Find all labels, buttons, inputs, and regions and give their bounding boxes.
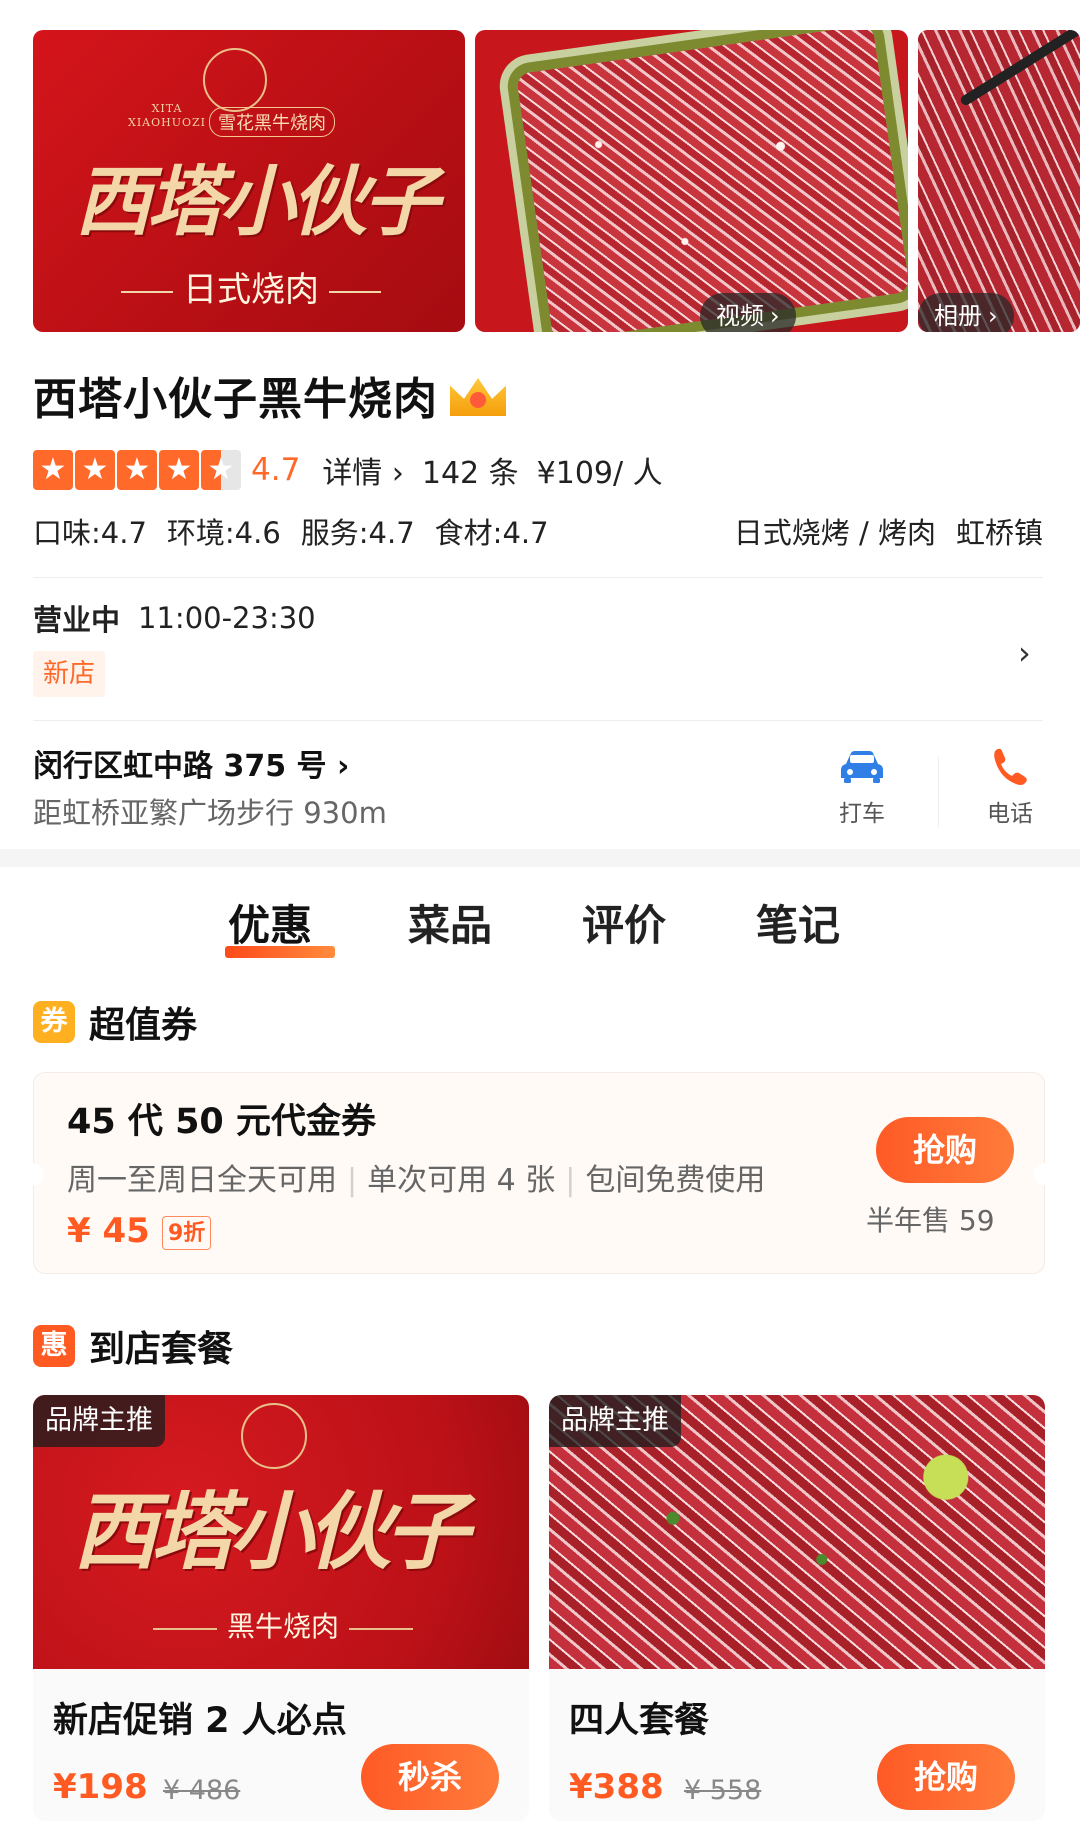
voucher-buy-button[interactable]: 抢购 [876,1117,1014,1183]
shop-name: 西塔小伙子黑牛烧肉 [33,374,438,425]
logo-tagline: 日式烧肉 [101,262,401,311]
logo-subtitle: 雪花黑牛烧肉 [209,107,335,137]
sub-scores-row: 口味:4.7 环境:4.6 服务:4.7 食材:4.7 日式烧烤 / 烤肉 虹桥… [33,510,1043,554]
open-status: 营业中 [33,603,121,637]
half-star-icon: ★ [201,450,241,490]
star-icon: ★ [117,450,157,490]
video-label: 视频 [716,302,764,330]
crown-icon [450,370,506,420]
address-link[interactable]: 闵行区虹中路 375 号 › [33,741,349,784]
walking-distance: 距虹桥亚繁广场步行 930m [33,796,387,830]
brand-logo-text: 西塔小伙子 [73,1482,469,1581]
package-price: ¥388 [569,1767,664,1807]
section-spacer [0,849,1080,867]
gallery-logo-tile[interactable]: XITA XIAOHUOZI 雪花黑牛烧肉 西塔小伙子 日式烧肉 [33,30,465,332]
hours-row[interactable]: 营业中 11:00-23:30 [33,596,316,640]
score-ingredients: 食材:4.7 [434,516,549,550]
package-section-header: 惠 到店套餐 [33,1321,233,1371]
divider [33,577,1043,578]
package-original-price: ¥ 486 [163,1775,241,1806]
divider [33,720,1043,721]
package-original-price: ¥ 558 [684,1775,762,1806]
shop-title-row: 西塔小伙子黑牛烧肉 [33,365,506,425]
voucher-section-title: 超值券 [89,1005,198,1046]
brand-recommend-tag: 品牌主推 [33,1395,165,1447]
car-icon [841,751,883,783]
review-count: 142 条 [421,456,519,491]
score-environment: 环境:4.6 [166,516,281,550]
rating-score: 4.7 [251,452,301,488]
package-section-title: 到店套餐 [89,1329,234,1370]
flash-sale-button[interactable]: 秒杀 [361,1744,499,1810]
opening-hours: 11:00-23:30 [138,601,316,635]
logo-latin-text: XITA XIAOHUOZI [128,102,207,129]
voucher-badge-icon: 券 [33,1001,75,1043]
brand-subtitle: 黑牛烧肉 [113,1605,453,1645]
taxi-button[interactable]: 打车 [812,746,912,836]
photo-gallery[interactable]: XITA XIAOHUOZI 雪花黑牛烧肉 西塔小伙子 日式烧肉 视频 › 相册 › [0,0,1080,350]
album-button[interactable]: 相册 › [918,293,1014,332]
discount-badge: 9折 [162,1216,212,1250]
tab-notes[interactable]: 笔记 [756,886,840,966]
ticket-notch [1034,1163,1056,1185]
star-icon: ★ [159,450,199,490]
score-service: 服务:4.7 [300,516,415,550]
active-tab-indicator [225,946,335,958]
voucher-title: 45 代 50 元代金券 [67,1102,376,1142]
brand-recommend-tag: 品牌主推 [549,1395,681,1447]
phone-label: 电话 [987,801,1033,827]
taxi-label: 打车 [839,801,885,827]
tab-reviews[interactable]: 评价 [582,886,666,966]
avg-price: ¥109/ 人 [536,456,663,491]
voucher-price: ¥ 45 [67,1211,150,1251]
video-button[interactable]: 视频 › [700,293,796,332]
package-buy-button[interactable]: 抢购 [877,1744,1015,1810]
package-name: 新店促销 2 人必点 [53,1701,347,1741]
tab-bar: 优惠 菜品 评价 笔记 [0,886,1080,966]
package-card[interactable]: 品牌主推 四人套餐 ¥388 ¥ 558 抢购 [549,1395,1045,1821]
tab-dishes[interactable]: 菜品 [408,886,492,966]
category-label: 日式烧烤 / 烤肉 [733,516,936,550]
district-label: 虹桥镇 [955,516,1043,550]
rating-row: ★ ★ ★ ★ ★ 4.7 详情 › 142 条 ¥109/ 人 [33,448,663,492]
voucher-terms: 周一至周日全天可用 | 单次可用 4 张 | 包间免费使用 [67,1163,766,1198]
wagyu-photo [515,30,908,332]
new-shop-badge: 新店 [33,651,106,697]
package-name: 四人套餐 [569,1701,710,1741]
chevron-right-icon[interactable]: › [1018,634,1031,672]
shop-detail-page: XITA XIAOHUOZI 雪花黑牛烧肉 西塔小伙子 日式烧肉 视频 › 相册 ›… [0,0,1080,1821]
chevron-right-icon: › [770,302,780,330]
chevron-right-icon: › [988,302,998,330]
deal-badge-icon: 惠 [33,1325,75,1367]
voucher-sold-count: 半年售 59 [866,1204,995,1237]
bull-logo-icon [241,1403,307,1469]
brand-logo-text: 西塔小伙子 [75,157,439,246]
package-card[interactable]: 西塔小伙子 黑牛烧肉 品牌主推 新店促销 2 人必点 ¥198 ¥ 486 秒杀 [33,1395,529,1821]
star-rating: ★ ★ ★ ★ ★ [33,450,241,490]
gallery-meat-tile[interactable]: 视频 › [475,30,908,332]
score-taste: 口味:4.7 [33,516,147,550]
phone-icon [994,748,1027,785]
detail-link[interactable]: 详情 › [322,448,404,492]
ticket-notch [22,1163,44,1185]
package-price: ¥198 [53,1767,148,1807]
gallery-meat-tile-2[interactable]: 相册 › [918,30,1080,332]
voucher-section-header: 券 超值券 [33,997,197,1047]
star-icon: ★ [33,450,73,490]
bull-logo-icon [203,48,267,112]
phone-button[interactable]: 电话 [960,746,1060,836]
star-icon: ★ [75,450,115,490]
divider [938,757,939,827]
voucher-card[interactable]: 45 代 50 元代金券 周一至周日全天可用 | 单次可用 4 张 | 包间免费使用 ¥… [22,1072,1056,1274]
album-label: 相册 [934,302,982,330]
